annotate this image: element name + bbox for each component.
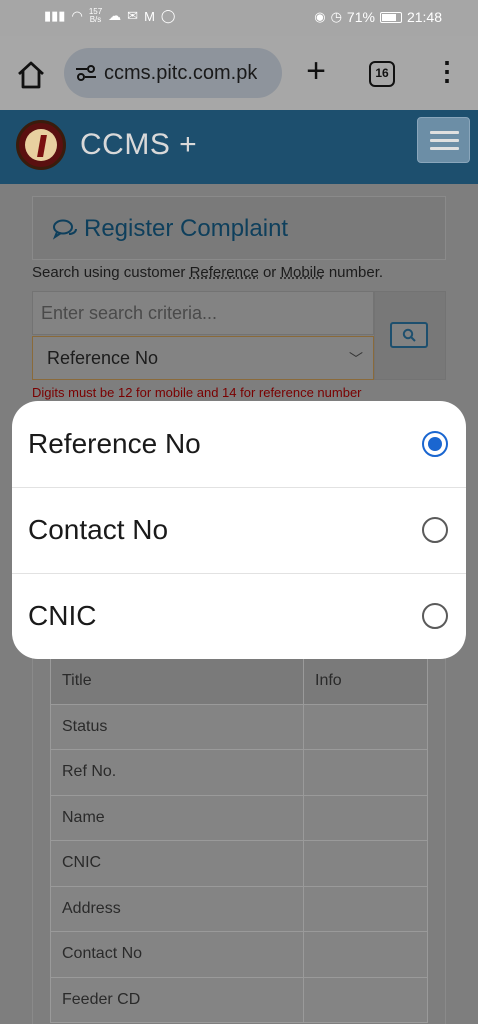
row-info <box>303 794 428 841</box>
table-row: Ref No. <box>50 749 428 796</box>
search-help-text: Search using customer Reference or Mobil… <box>32 264 383 281</box>
table-header-row: Title Info <box>50 658 428 705</box>
row-title: Address <box>50 885 304 932</box>
page-title-text: Register Complaint <box>84 215 289 242</box>
site-settings-icon[interactable] <box>74 63 98 83</box>
table-header-title: Title <box>50 658 304 705</box>
whatsapp-icon: ◯ <box>160 8 176 23</box>
menu-kebab-icon[interactable]: ⋮ <box>434 56 460 88</box>
option-label: Reference No <box>28 428 201 459</box>
comments-icon <box>52 219 77 240</box>
tab-switcher-button[interactable]: 16 <box>369 61 395 87</box>
table-row: Address <box>50 885 428 932</box>
row-title: Contact No <box>50 931 304 978</box>
radio-unselected-icon[interactable] <box>422 603 448 629</box>
battery-percent: 71% <box>346 9 375 25</box>
signal-icon: ▮▮▮ <box>44 8 66 23</box>
home-icon[interactable] <box>14 58 48 92</box>
table-row: Feeder CD <box>50 976 428 1023</box>
option-label: CNIC <box>28 600 97 631</box>
status-bar: ▮▮▮ ◠ 157 B/s ☁ ✉ M ◯ ◉ ◷ 71% 21:48 <box>0 0 478 36</box>
gmail-icon: M <box>144 8 155 24</box>
help-or: or <box>258 264 281 281</box>
new-tab-button[interactable]: + <box>300 54 332 88</box>
row-title: CNIC <box>50 840 304 887</box>
table-header-info: Info <box>303 658 428 705</box>
table-row: Name <box>50 794 428 841</box>
page-title: Register Complaint <box>52 215 288 243</box>
radio-unselected-icon[interactable] <box>422 517 448 543</box>
option-picker-dialog: Reference No Contact No CNIC <box>12 401 466 659</box>
pitc-logo[interactable] <box>16 120 66 170</box>
search-type-select[interactable]: Reference No ﹀ <box>32 336 374 380</box>
help-mobile: Mobile <box>280 264 325 281</box>
search-input[interactable]: Enter search criteria... <box>32 291 374 335</box>
row-info <box>303 931 428 978</box>
search-type-value: Reference No <box>47 347 159 368</box>
row-info <box>303 703 428 750</box>
chevron-down-icon: ﹀ <box>349 351 363 367</box>
option-contact-no[interactable]: Contact No <box>12 487 466 573</box>
network-speed-unit: B/s <box>89 15 102 24</box>
hamburger-menu-button[interactable] <box>417 117 470 163</box>
clock: 21:48 <box>406 9 442 25</box>
address-bar[interactable]: ccms.pitc.com.pk <box>64 48 282 98</box>
eye-icon: ◉ <box>314 9 326 24</box>
row-title: Ref No. <box>50 749 304 796</box>
validation-error: Digits must be 12 for mobile and 14 for … <box>32 385 362 400</box>
option-reference-no[interactable]: Reference No <box>12 401 466 487</box>
option-cnic[interactable]: CNIC <box>12 573 466 659</box>
row-title: Name <box>50 794 304 841</box>
status-left: ▮▮▮ ◠ 157 B/s ☁ ✉ M ◯ <box>44 8 175 24</box>
browser-toolbar: ccms.pitc.com.pk + 16 ⋮ <box>0 36 478 110</box>
option-label: Contact No <box>28 514 169 545</box>
row-title: Status <box>50 703 304 750</box>
radio-selected-icon[interactable] <box>422 431 448 457</box>
help-suffix: number. <box>324 264 384 281</box>
network-speed: 157 B/s <box>89 8 102 24</box>
row-info <box>303 840 428 887</box>
search-placeholder: Enter search criteria... <box>41 302 218 323</box>
help-prefix: Search using customer <box>32 264 190 281</box>
row-info <box>303 885 428 932</box>
mail-icon: ✉ <box>127 8 139 23</box>
search-icon <box>402 328 416 342</box>
status-right: ◉ ◷ 71% 21:48 <box>314 9 442 25</box>
row-info <box>303 749 428 796</box>
help-reference: Reference <box>189 264 259 281</box>
row-info <box>303 976 428 1023</box>
results-table: Title Info Status Ref No. Name CNIC Addr… <box>50 658 428 1023</box>
url-text[interactable]: ccms.pitc.com.pk <box>104 62 257 85</box>
site-brand[interactable]: CCMS + <box>80 128 197 162</box>
table-row: CNIC <box>50 840 428 887</box>
battery-icon <box>379 11 402 23</box>
row-title: Feeder CD <box>50 976 304 1023</box>
wifi-icon: ◠ <box>71 8 83 23</box>
table-row: Contact No <box>50 931 428 978</box>
site-header: CCMS + <box>0 110 478 184</box>
table-row: Status <box>50 703 428 750</box>
search-button[interactable] <box>390 322 428 348</box>
alarm-icon: ◷ <box>330 9 342 24</box>
cloud-icon: ☁ <box>108 8 122 23</box>
